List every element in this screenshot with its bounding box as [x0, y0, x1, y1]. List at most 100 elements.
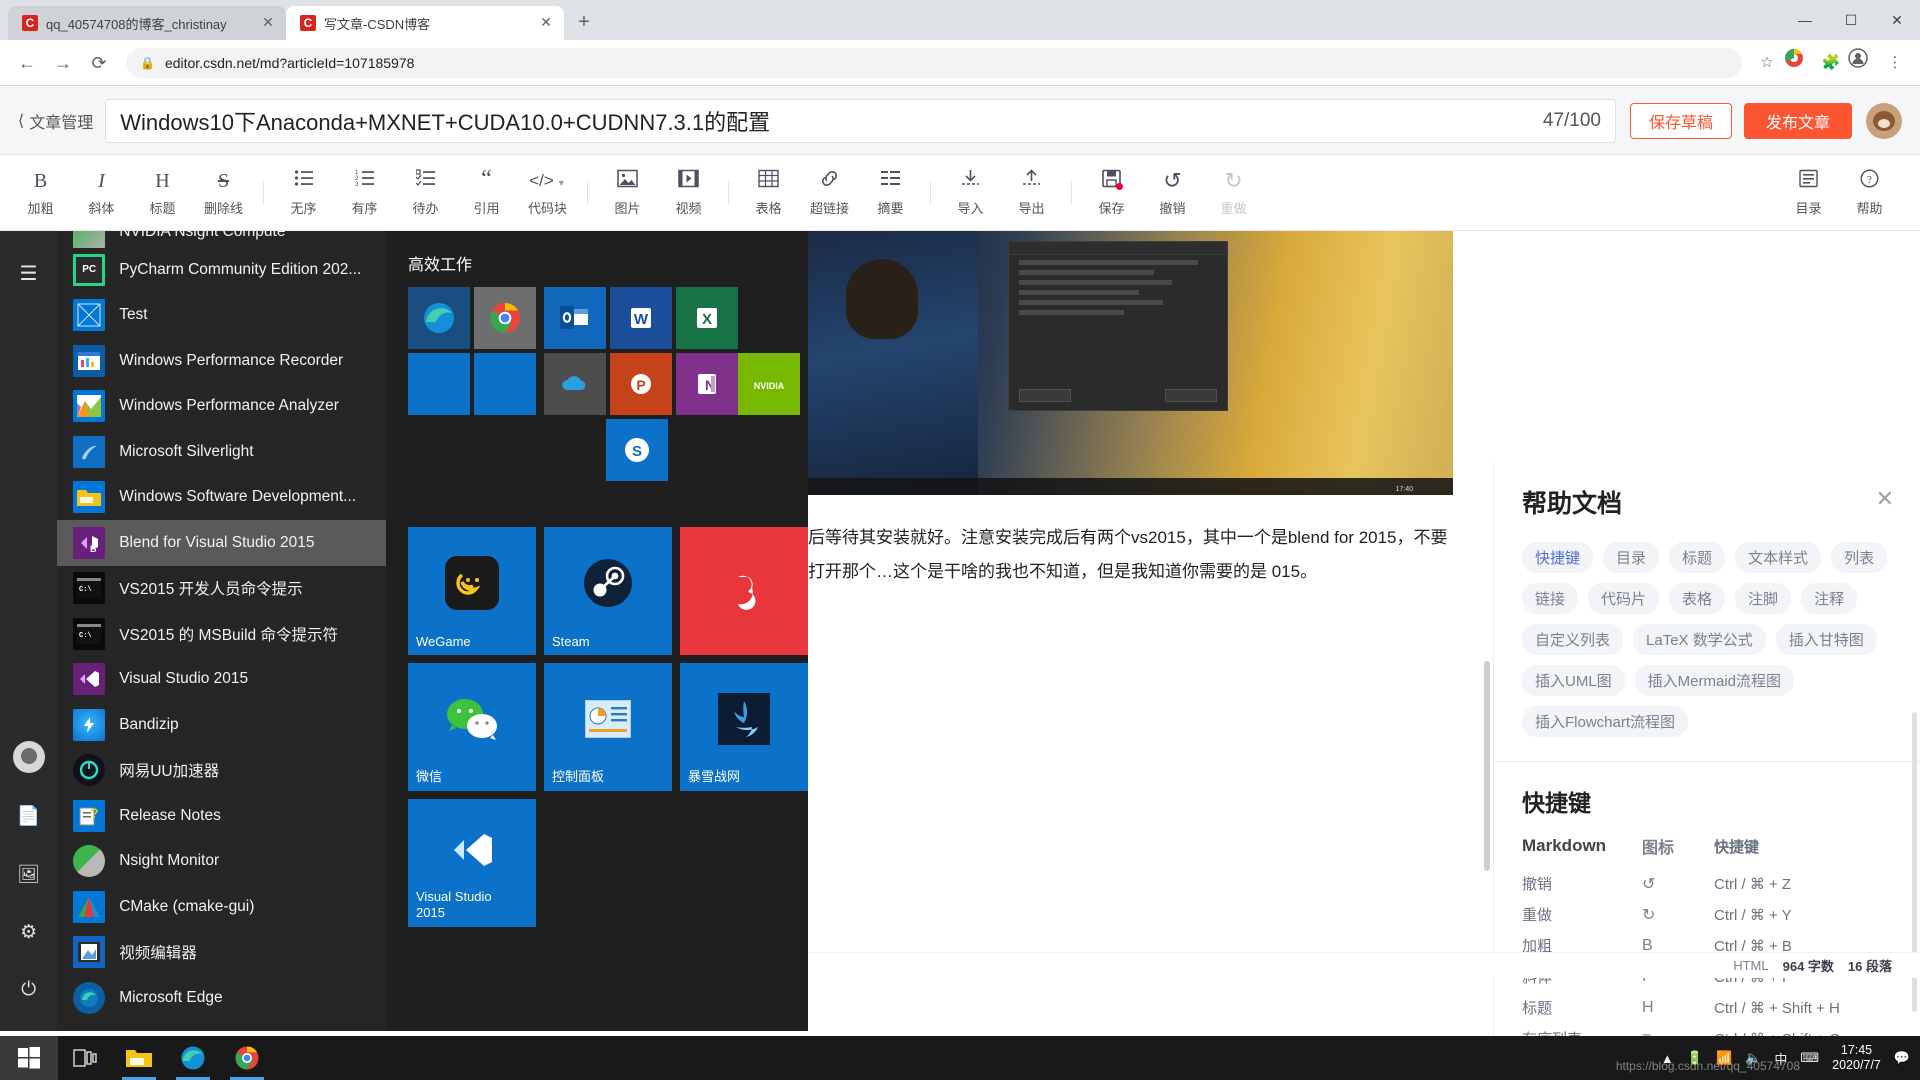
tile-chrome[interactable] — [474, 287, 536, 349]
tool-image[interactable]: 图片 — [597, 169, 658, 217]
help-tag-gantt[interactable]: 插入甘特图 — [1775, 624, 1877, 655]
notifications-icon[interactable]: 💬 — [1894, 1050, 1910, 1066]
help-tag-toc[interactable]: 目录 — [1603, 542, 1660, 573]
help-tag-footnote[interactable]: 注脚 — [1735, 583, 1792, 614]
tool-hyperlink[interactable]: 超链接 — [799, 169, 860, 217]
hamburger-icon[interactable]: ☰ — [20, 261, 38, 286]
back-icon[interactable]: ← — [10, 46, 44, 80]
tile-edge[interactable] — [408, 287, 470, 349]
help-tag-flowchart[interactable]: 插入Flowchart流程图 — [1522, 706, 1689, 737]
tile-blank-2[interactable] — [474, 353, 536, 415]
tool-summary[interactable]: 摘要 — [860, 169, 921, 217]
help-tag-codesnippet[interactable]: 代码片 — [1588, 583, 1660, 614]
publish-article-button[interactable]: 发布文章 — [1743, 102, 1852, 139]
gear-icon[interactable]: ⚙ — [5, 903, 53, 961]
tool-ordered-list[interactable]: 123 有序 — [334, 169, 395, 217]
tool-italic[interactable]: I 斜体 — [71, 169, 132, 217]
list-item[interactable]: Visual Studio 2015 — [57, 657, 386, 703]
close-icon[interactable]: ✕ — [1876, 486, 1894, 512]
tool-import[interactable]: 导入 — [940, 169, 1001, 217]
list-item[interactable]: NVIDIA Nsight Compute — [57, 231, 386, 248]
tool-todo-list[interactable]: 待办 — [395, 168, 456, 217]
power-icon[interactable]: ⏻ — [5, 961, 53, 1019]
address-bar[interactable]: 🔒 editor.csdn.net/md?articleId=107185978 — [126, 47, 1742, 78]
list-item[interactable]: PC PyCharm Community Edition 202... — [57, 247, 386, 293]
list-item[interactable]: C:\ VS2015 开发人员命令提示 — [57, 566, 386, 612]
tile-netease-music[interactable] — [680, 527, 808, 655]
tile-control-panel[interactable]: 控制面板 — [544, 663, 672, 791]
help-tag-heading[interactable]: 标题 — [1669, 542, 1726, 573]
help-tag-table[interactable]: 表格 — [1669, 583, 1726, 614]
close-icon[interactable]: ✕ — [260, 15, 276, 31]
list-item[interactable]: 网易UU加速器 — [57, 748, 386, 794]
list-item-selected[interactable]: B Blend for Visual Studio 2015 — [57, 520, 386, 566]
help-tag-latex[interactable]: LaTeX 数学公式 — [1633, 624, 1766, 655]
save-draft-button[interactable]: 保存草稿 — [1629, 102, 1732, 139]
list-item[interactable]: Microsoft Edge — [57, 975, 386, 1021]
close-icon[interactable]: ✕ — [538, 15, 554, 31]
article-manage-link[interactable]: ⟨ 文章管理 — [18, 109, 93, 133]
tool-undo[interactable]: ↺ 撤销 — [1142, 168, 1203, 217]
tile-battlenet[interactable]: 暴雪战网 — [680, 663, 808, 791]
article-scrollbar[interactable] — [1484, 661, 1490, 871]
tool-blockquote[interactable]: “ 引用 — [456, 167, 517, 217]
document-icon[interactable]: 📄 — [5, 787, 53, 845]
close-window-button[interactable]: ✕ — [1874, 0, 1920, 40]
tile-excel[interactable]: X — [676, 287, 738, 349]
browser-tab-active[interactable]: C 写文章-CSDN博客 ✕ — [286, 6, 564, 40]
list-item[interactable]: ? Release Notes — [57, 793, 386, 839]
list-item[interactable]: Windows Software Development... — [57, 475, 386, 521]
tool-unordered-list[interactable]: 无序 — [273, 169, 334, 217]
new-tab-button[interactable]: + — [570, 9, 598, 37]
tool-code-block[interactable]: </> ▼ 代码块 — [517, 169, 578, 217]
help-tag-shortcuts[interactable]: 快捷键 — [1522, 542, 1594, 573]
start-menu-app-list[interactable]: NVIDIA Nsight Compute PC PyCharm Communi… — [57, 231, 386, 1031]
tool-strikethrough[interactable]: S 删除线 — [193, 169, 254, 217]
tile-powerpoint[interactable]: P — [610, 353, 672, 415]
help-tag-textstyle[interactable]: 文本样式 — [1735, 542, 1822, 573]
list-item[interactable]: Microsoft Silverlight — [57, 429, 386, 475]
list-item[interactable]: Nsight Monitor — [57, 839, 386, 885]
list-item[interactable]: 视频编辑器 — [57, 930, 386, 976]
tool-bold[interactable]: B 加粗 — [10, 169, 71, 217]
edge-icon[interactable] — [166, 1036, 220, 1080]
tool-toc[interactable]: 目录 — [1778, 169, 1839, 217]
tool-heading[interactable]: H 标题 — [132, 169, 193, 217]
help-tag-uml[interactable]: 插入UML图 — [1522, 665, 1625, 696]
windows-start-icon[interactable] — [0, 1036, 58, 1080]
help-tag-comment[interactable]: 注释 — [1801, 583, 1858, 614]
chevron-down-icon[interactable]: ▼ — [557, 178, 566, 188]
reload-icon[interactable]: ⟳ — [82, 46, 116, 80]
tile-visual-studio[interactable]: Visual Studio 2015 — [408, 799, 536, 927]
tile-word[interactable]: W — [610, 287, 672, 349]
list-item[interactable]: Windows Performance Analyzer — [57, 384, 386, 430]
star-icon[interactable]: ☆ — [1752, 48, 1782, 78]
minimize-button[interactable]: — — [1782, 0, 1828, 40]
tile-skype[interactable]: S — [606, 419, 668, 481]
tile-onedrive[interactable] — [544, 353, 606, 415]
avatar[interactable] — [1866, 102, 1902, 139]
list-item[interactable]: CMake (cmake-gui) — [57, 884, 386, 930]
help-tag-list[interactable]: 列表 — [1831, 542, 1888, 573]
puzzle-icon[interactable]: 🧩 — [1816, 48, 1846, 78]
chrome-icon[interactable] — [220, 1036, 274, 1080]
tool-redo[interactable]: ↻ 重做 — [1203, 168, 1264, 217]
tile-steam[interactable]: Steam — [544, 527, 672, 655]
account-icon[interactable] — [1848, 47, 1878, 78]
list-item[interactable]: Windows Performance Recorder — [57, 338, 386, 384]
tool-video[interactable]: 视频 — [658, 169, 719, 217]
forward-icon[interactable]: → — [46, 46, 80, 80]
help-tag-mermaid[interactable]: 插入Mermaid流程图 — [1634, 665, 1795, 696]
account-avatar[interactable] — [12, 741, 45, 773]
profile-icon[interactable] — [1784, 48, 1814, 78]
pictures-icon[interactable]: 🖼 — [5, 845, 53, 903]
list-item[interactable]: C:\ VS2015 的 MSBuild 命令提示符 — [57, 611, 386, 657]
file-explorer-icon[interactable] — [112, 1036, 166, 1080]
tile-outlook[interactable] — [544, 287, 606, 349]
tile-blank-1[interactable] — [408, 353, 470, 415]
taskbar-clock[interactable]: 17:45 2020/7/7 — [1832, 1043, 1881, 1073]
ime-icon[interactable]: ⌨ — [1800, 1050, 1819, 1066]
maximize-button[interactable]: ☐ — [1828, 0, 1874, 40]
list-item[interactable]: Bandizip — [57, 702, 386, 748]
tool-table[interactable]: 表格 — [738, 169, 799, 217]
